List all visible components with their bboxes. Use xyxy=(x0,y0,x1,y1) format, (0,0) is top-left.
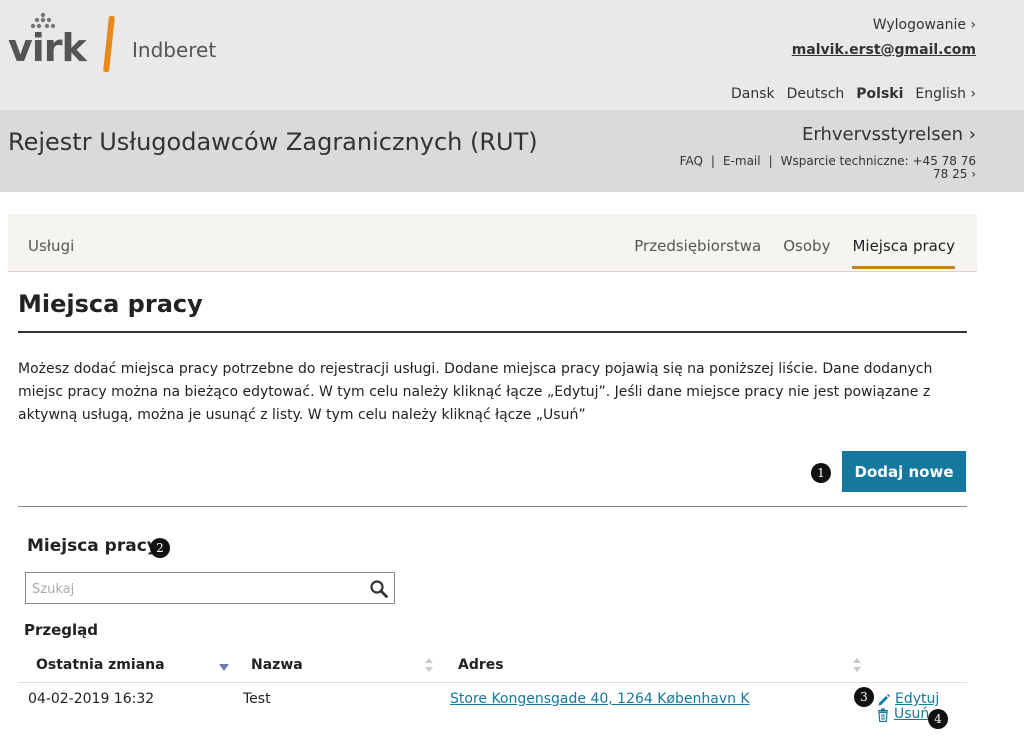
lang-deutsch[interactable]: Deutsch xyxy=(787,86,845,102)
faq-link[interactable]: FAQ xyxy=(680,154,703,168)
support-link[interactable]: Wsparcie techniczne: +45 78 76 78 25 › xyxy=(781,154,976,181)
language-switcher: Dansk Deutsch Polski English › xyxy=(731,86,976,102)
list-title: Miejsca pracy xyxy=(27,536,158,556)
annotation-badge-4: 4 xyxy=(928,709,948,729)
search-icon[interactable] xyxy=(369,579,389,599)
title-divider xyxy=(18,331,967,333)
logo-text: virk xyxy=(8,26,87,70)
logo-subtitle: Indberet xyxy=(132,38,217,62)
edit-link[interactable]: Edytuj xyxy=(895,691,939,707)
sort-icon[interactable] xyxy=(424,657,434,673)
app-title: Rejestr Usługodawców Zagranicznych (RUT) xyxy=(8,128,538,156)
cell-name: Test xyxy=(243,691,271,707)
virk-logo[interactable]: virk Indberet xyxy=(8,12,238,72)
annotation-badge-3: 3 xyxy=(854,687,874,707)
sort-icon[interactable] xyxy=(852,657,862,673)
separator: | xyxy=(710,154,715,168)
intro-text: Możesz dodać miejsca pracy potrzebne do … xyxy=(18,361,933,423)
tab-przedsiebiorstwa[interactable]: Przedsiębiorstwa xyxy=(634,237,761,255)
email-link[interactable]: E-mail xyxy=(723,154,761,168)
sort-desc-icon[interactable] xyxy=(218,662,230,672)
lang-polski[interactable]: Polski xyxy=(856,86,903,102)
agency-link[interactable]: Erhvervsstyrelsen › xyxy=(802,124,976,145)
search-input[interactable] xyxy=(32,579,362,599)
main-nav: Usługi Przedsiębiorstwa Osoby Miejsca pr… xyxy=(8,214,977,272)
lang-english[interactable]: English › xyxy=(915,86,976,102)
delete-link[interactable]: Usuń xyxy=(894,706,929,722)
add-new-button[interactable]: Dodaj nowe xyxy=(842,451,966,492)
annotation-badge-2: 2 xyxy=(150,538,170,558)
logo-divider xyxy=(103,16,115,72)
search-box xyxy=(25,572,395,604)
annotation-badge-1: 1 xyxy=(811,463,831,483)
col-ostatnia-zmiana[interactable]: Ostatnia zmiana xyxy=(36,657,165,673)
col-nazwa[interactable]: Nazwa xyxy=(251,657,303,673)
pencil-icon[interactable] xyxy=(877,693,891,707)
table-row: 04-02-2019 16:32 Test Store Kongensgade … xyxy=(18,683,967,731)
user-email-link[interactable]: malvik.erst@gmail.com xyxy=(792,42,976,58)
lang-dansk[interactable]: Dansk xyxy=(731,86,775,102)
col-adres[interactable]: Adres xyxy=(458,657,504,673)
workplaces-table: Ostatnia zmiana Nazwa Adres 04-02-2019 1… xyxy=(18,652,967,731)
overview-heading: Przegląd xyxy=(24,621,99,639)
separator: | xyxy=(768,154,773,168)
address-link[interactable]: Store Kongensgade 40, 1264 København K xyxy=(450,691,750,707)
logout-link[interactable]: Wylogowanie › xyxy=(873,17,976,33)
tab-uslugi[interactable]: Usługi xyxy=(28,237,74,255)
trash-icon[interactable] xyxy=(877,708,889,722)
page-title: Miejsca pracy xyxy=(18,290,203,318)
tab-osoby[interactable]: Osoby xyxy=(783,237,830,255)
tab-miejsca-pracy[interactable]: Miejsca pracy xyxy=(852,237,955,269)
cell-changed: 04-02-2019 16:32 xyxy=(28,691,155,707)
help-links: FAQ | E-mail | Wsparcie techniczne: +45 78 7… xyxy=(676,155,976,181)
section-divider xyxy=(18,506,967,507)
table-header: Ostatnia zmiana Nazwa Adres xyxy=(18,652,967,683)
nav-tabs: Przedsiębiorstwa Osoby Miejsca pracy xyxy=(634,237,955,269)
